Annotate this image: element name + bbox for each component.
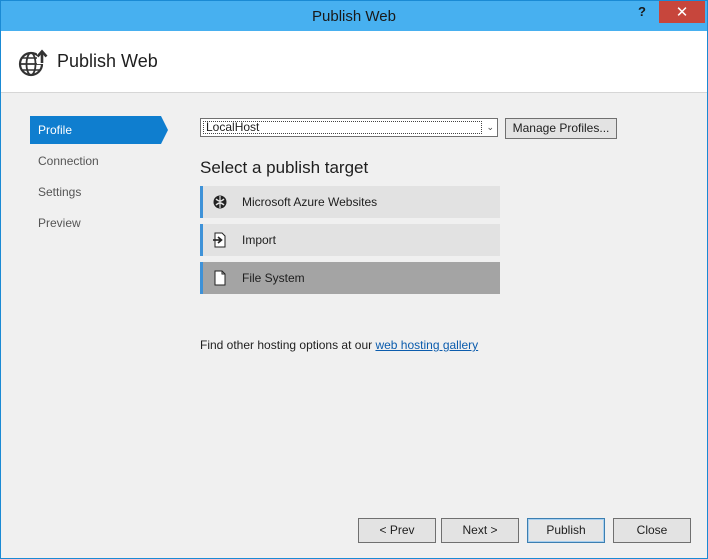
profile-dropdown[interactable]: LocalHost ⌄ (200, 118, 498, 137)
publish-web-dialog: Publish Web ? ✕ Publish Web Profile Conn… (0, 0, 708, 559)
target-label: File System (242, 271, 305, 285)
title-bar: Publish Web ? ✕ (1, 1, 707, 31)
target-file-system[interactable]: File System (200, 262, 500, 294)
close-button[interactable]: Close (613, 518, 691, 543)
section-title: Select a publish target (200, 158, 369, 177)
hosting-options-text: Find other hosting options at our web ho… (200, 338, 479, 352)
target-import[interactable]: Import (200, 224, 500, 256)
azure-icon (213, 195, 227, 209)
nav-item-preview[interactable]: Preview (30, 209, 166, 237)
target-label: Microsoft Azure Websites (242, 195, 378, 209)
chevron-down-icon: ⌄ (486, 122, 494, 132)
next-button[interactable]: Next > (441, 518, 519, 543)
nav-item-profile[interactable]: Profile (30, 116, 168, 144)
manage-profiles-button[interactable]: Manage Profiles... (505, 118, 617, 139)
globe-publish-icon (18, 49, 48, 77)
import-icon (213, 232, 226, 248)
prev-button[interactable]: < Prev (358, 518, 436, 543)
file-icon (214, 270, 226, 286)
target-label: Import (242, 233, 277, 247)
dialog-header: Publish Web (1, 31, 707, 93)
window-title: Publish Web (312, 8, 396, 25)
target-azure-websites[interactable]: Microsoft Azure Websites (200, 186, 500, 218)
publish-button[interactable]: Publish (527, 518, 605, 543)
web-hosting-gallery-link[interactable]: web hosting gallery (375, 338, 478, 352)
close-window-button[interactable]: ✕ (659, 1, 705, 23)
help-button[interactable]: ? (634, 3, 650, 21)
nav-item-connection[interactable]: Connection (30, 147, 166, 175)
wizard-nav: Profile Connection Settings Preview (30, 116, 168, 240)
nav-item-settings[interactable]: Settings (30, 178, 166, 206)
page-title: Publish Web (57, 51, 158, 71)
